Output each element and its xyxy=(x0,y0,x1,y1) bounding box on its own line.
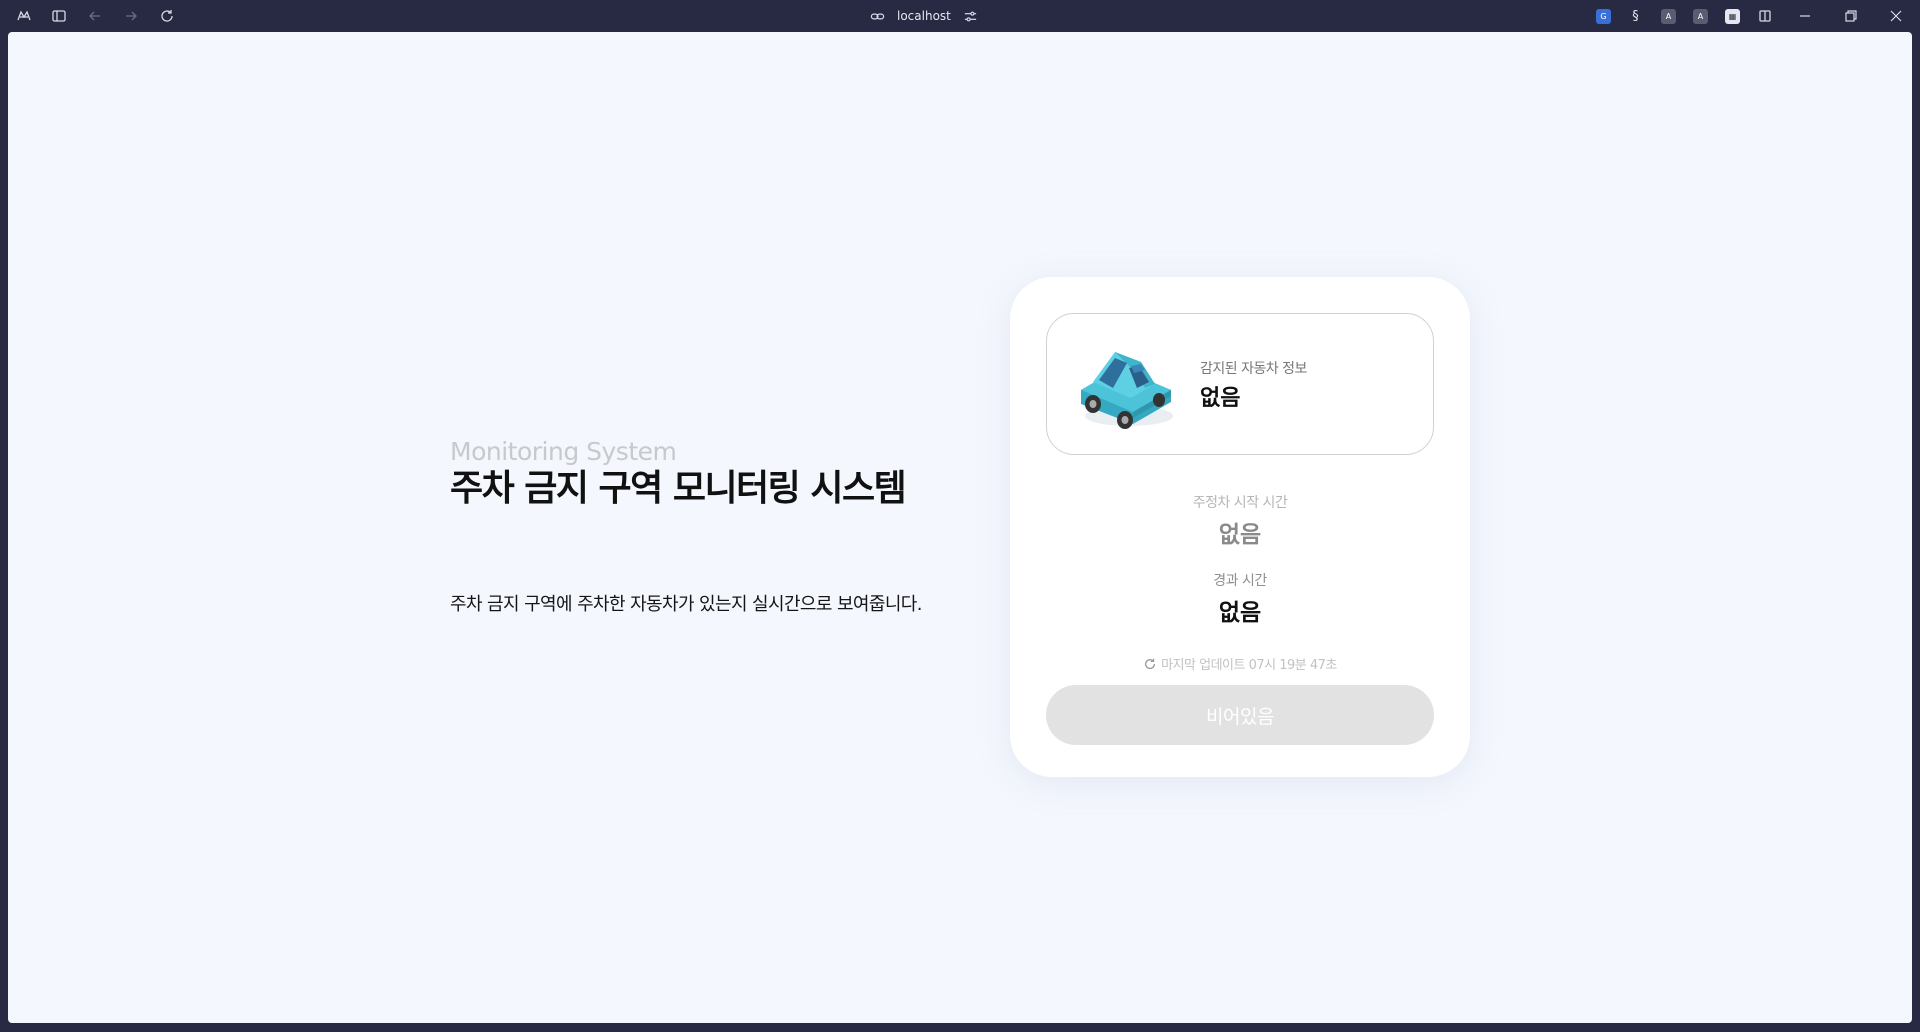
address-bar[interactable]: localhost xyxy=(870,6,978,26)
back-icon[interactable] xyxy=(86,7,104,25)
extension-s-icon[interactable]: § xyxy=(1628,9,1643,24)
page-description: 주차 금지 구역에 주차한 자동차가 있는지 실시간으로 보여줍니다. xyxy=(450,594,923,615)
parking-start-stat: 주정차 시작 시간 없음 xyxy=(1010,492,1470,549)
parking-start-value: 없음 xyxy=(1218,522,1262,548)
forward-icon[interactable] xyxy=(122,7,140,25)
browser-logo-icon[interactable] xyxy=(15,7,33,25)
extension-a-icon[interactable]: A xyxy=(1661,9,1676,24)
link-icon xyxy=(870,13,885,19)
elapsed-time-value: 없음 xyxy=(1218,600,1262,626)
elapsed-time-stat: 경과 시간 없음 xyxy=(1010,570,1470,627)
page-title: 주차 금지 구역 모니터링 시스템 xyxy=(450,468,907,509)
detected-car-label: 감지된 자동차 정보 xyxy=(1200,361,1307,377)
monitoring-card: 감지된 자동차 정보 없음 주정차 시작 시간 없음 경과 시간 없음 마지막 … xyxy=(1010,277,1470,777)
sidebar-toggle-icon[interactable] xyxy=(50,7,68,25)
browser-toolbar: localhost G § A A ▦ xyxy=(0,0,1920,32)
translate-extension-icon[interactable]: G xyxy=(1596,9,1611,24)
site-settings-icon[interactable] xyxy=(963,9,978,24)
elapsed-time-label: 경과 시간 xyxy=(1213,573,1267,589)
url-text[interactable]: localhost xyxy=(897,9,951,23)
detected-car-value: 없음 xyxy=(1200,386,1241,411)
refresh-icon[interactable] xyxy=(1143,657,1157,671)
parking-start-label: 주정차 시작 시간 xyxy=(1192,495,1288,511)
close-icon[interactable] xyxy=(1887,7,1905,25)
car-icon xyxy=(1081,352,1173,429)
minimize-icon[interactable] xyxy=(1796,7,1814,25)
extension-grid-icon[interactable]: ▦ xyxy=(1725,9,1740,24)
reload-icon[interactable] xyxy=(158,7,176,25)
status-button[interactable]: 비어있음 xyxy=(1046,685,1434,745)
hero-heading: Monitoring System 주차 금지 구역 모니터링 시스템 xyxy=(450,437,970,511)
page-viewport: Monitoring System 주차 금지 구역 모니터링 시스템 주차 금… xyxy=(8,32,1912,1023)
detected-car-panel: 감지된 자동차 정보 없음 xyxy=(1046,313,1434,455)
extension-a2-icon[interactable]: A xyxy=(1693,9,1708,24)
split-view-icon[interactable] xyxy=(1756,7,1774,25)
restore-icon[interactable] xyxy=(1842,7,1860,25)
page-subtitle: Monitoring System xyxy=(450,437,677,466)
last-update-text: 마지막 업데이트 07시 19분 47초 xyxy=(1161,658,1337,673)
last-update: 마지막 업데이트 07시 19분 47초 xyxy=(1010,654,1470,673)
